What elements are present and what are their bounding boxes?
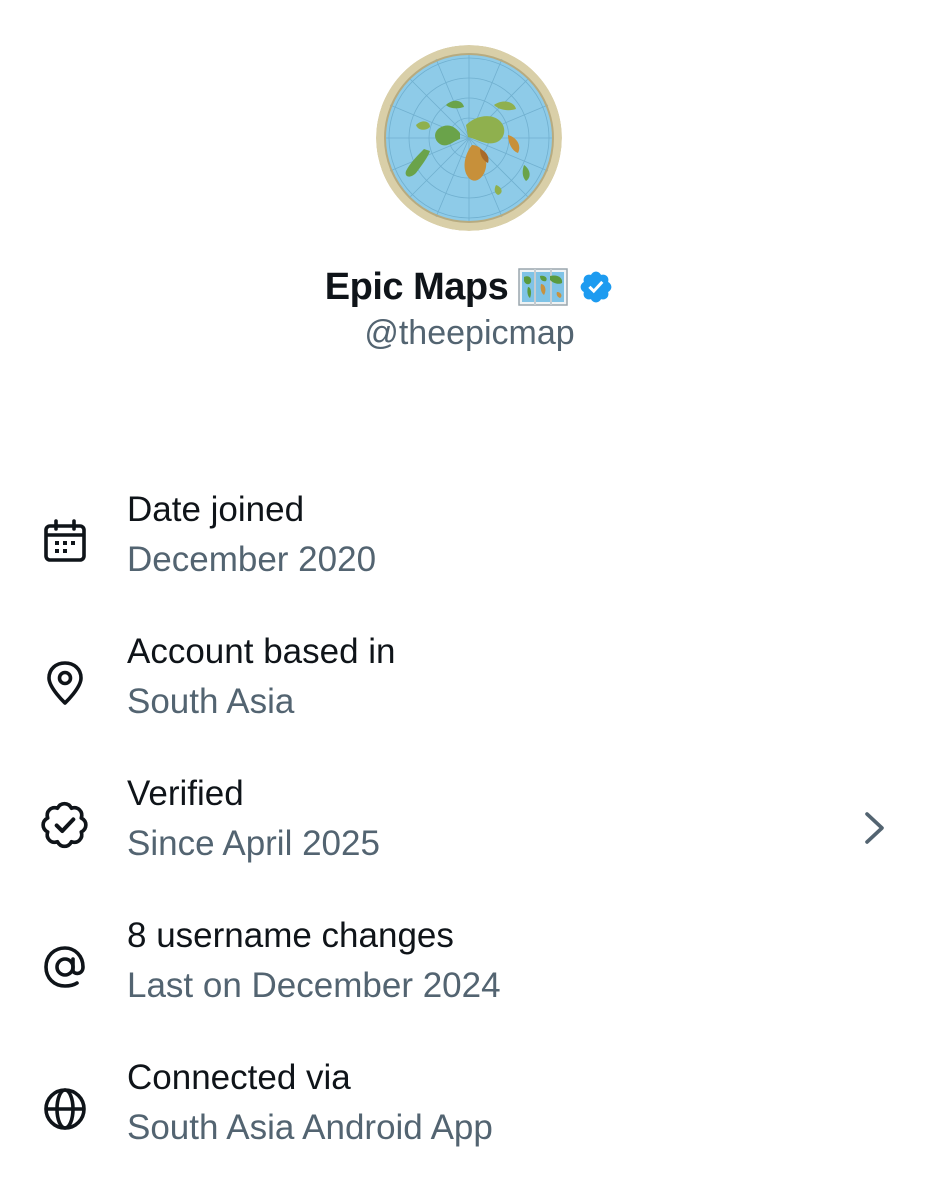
info-row-username-changes: 8 username changes Last on December 2024	[0, 906, 939, 1048]
profile-avatar[interactable]	[376, 45, 562, 231]
display-name: Epic Maps	[324, 265, 509, 308]
info-title: Connected via	[127, 1058, 351, 1097]
info-subtitle: Since April 2025	[127, 824, 380, 863]
verified-outline-icon	[40, 800, 90, 850]
info-subtitle: Last on December 2024	[127, 966, 501, 1005]
info-subtitle: South Asia Android App	[127, 1108, 493, 1147]
info-title: Account based in	[127, 632, 396, 671]
at-sign-icon	[40, 942, 90, 992]
info-title: 8 username changes	[127, 916, 454, 955]
calendar-icon	[40, 516, 90, 566]
profile-handle: @theepicmap	[364, 314, 575, 352]
info-subtitle: South Asia	[127, 682, 295, 721]
info-title: Date joined	[127, 490, 305, 529]
world-map-emoji-icon	[518, 267, 568, 307]
profile-name-row: Epic Maps	[0, 262, 939, 312]
info-row-account-based-in: Account based in South Asia	[0, 622, 939, 764]
info-row-verified[interactable]: Verified Since April 2025	[0, 764, 939, 906]
globe-icon	[40, 1084, 90, 1134]
flat-earth-map-avatar	[376, 45, 562, 231]
info-row-date-joined: Date joined December 2020	[0, 480, 939, 622]
verified-badge-icon[interactable]	[578, 269, 614, 305]
account-info-list: Date joined December 2020 Account based …	[0, 480, 939, 1190]
info-subtitle: December 2020	[127, 540, 377, 579]
chevron-right-icon[interactable]	[858, 808, 892, 848]
info-row-connected-via: Connected via South Asia Android App	[0, 1048, 939, 1190]
info-title: Verified	[127, 774, 244, 813]
location-pin-icon	[40, 658, 90, 708]
